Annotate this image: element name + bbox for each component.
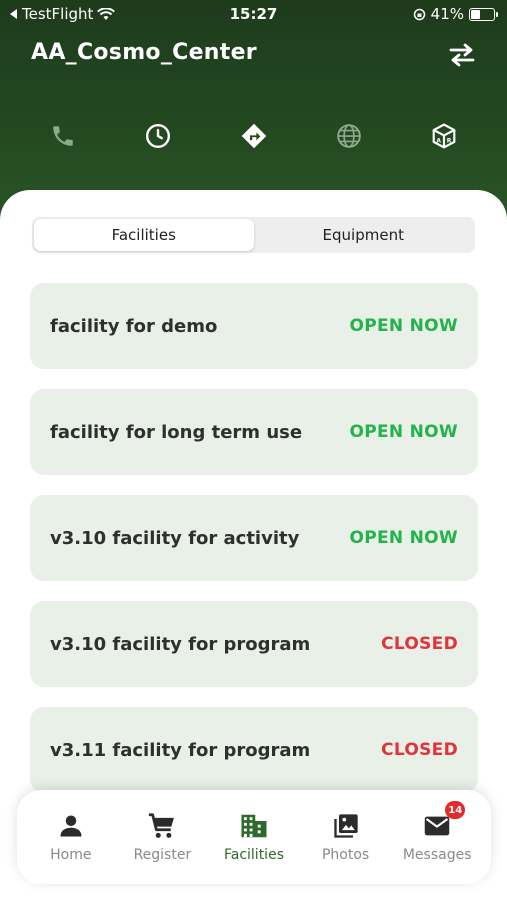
battery-level (471, 9, 480, 19)
status-right: 41% (413, 5, 498, 23)
facility-status: CLOSED (381, 740, 458, 760)
swap-arrows-icon (449, 43, 475, 67)
tab-equipment[interactable]: Equipment (254, 219, 474, 251)
building-icon (239, 811, 269, 841)
messages-badge: 14 (445, 801, 466, 819)
nav-facilities[interactable]: Facilities (212, 811, 296, 863)
call-button[interactable] (45, 118, 81, 154)
directions-button[interactable] (236, 118, 272, 154)
tab-facilities[interactable]: Facilities (34, 219, 254, 251)
nav-register-label: Register (133, 847, 192, 863)
contact-actions: A R (45, 118, 462, 154)
svg-text:A: A (436, 138, 441, 145)
segmented-tabs: Facilities Equipment (32, 217, 475, 253)
facility-status: CLOSED (381, 634, 458, 654)
facility-name: v3.11 facility for program (50, 739, 311, 761)
facility-card[interactable]: v3.10 facility for activity OPEN NOW (30, 495, 478, 581)
photos-icon (332, 811, 360, 841)
facility-name: v3.10 facility for program (50, 633, 311, 655)
facility-card[interactable]: v3.11 facility for program CLOSED (30, 707, 478, 793)
facility-card[interactable]: v3.10 facility for program CLOSED (30, 601, 478, 687)
globe-icon (336, 124, 361, 148)
ar-view-button[interactable]: A R (426, 118, 462, 154)
orientation-lock-icon (413, 8, 425, 20)
facility-card[interactable]: facility for long term use OPEN NOW (30, 389, 478, 475)
nav-photos[interactable]: Photos (304, 811, 388, 863)
nav-home-label: Home (50, 847, 92, 863)
status-bar: TestFlight 15:27 41% (0, 0, 507, 28)
nav-register[interactable]: Register (120, 811, 204, 863)
nav-home[interactable]: Home (29, 811, 113, 863)
mail-icon: 14 (423, 801, 466, 841)
clock-icon (146, 123, 171, 149)
person-icon (57, 811, 85, 841)
facility-status: OPEN NOW (349, 528, 458, 548)
battery-icon (469, 7, 498, 21)
facility-card[interactable]: facility for demo OPEN NOW (30, 283, 478, 369)
facility-status: OPEN NOW (349, 422, 458, 442)
facility-name: facility for demo (50, 315, 218, 337)
phone-icon (53, 126, 73, 146)
battery-percent: 41% (430, 5, 464, 23)
nav-photos-label: Photos (321, 847, 370, 863)
svg-text:R: R (447, 138, 452, 145)
bottom-nav: Home Register Facilities Photos 14 Messa… (17, 790, 491, 884)
page-title: AA_Cosmo_Center (31, 40, 257, 65)
facility-name: facility for long term use (50, 421, 303, 443)
facility-name: v3.10 facility for activity (50, 527, 300, 549)
nav-messages[interactable]: 14 Messages (395, 801, 479, 863)
website-button[interactable] (331, 118, 367, 154)
ar-cube-icon: A R (432, 123, 456, 149)
switch-center-button[interactable] (447, 42, 477, 68)
facility-status: OPEN NOW (349, 316, 458, 336)
hours-button[interactable] (140, 118, 176, 154)
nav-facilities-label: Facilities (223, 847, 284, 863)
cart-icon (147, 811, 177, 841)
nav-messages-label: Messages (402, 847, 472, 863)
directions-icon (241, 123, 266, 149)
